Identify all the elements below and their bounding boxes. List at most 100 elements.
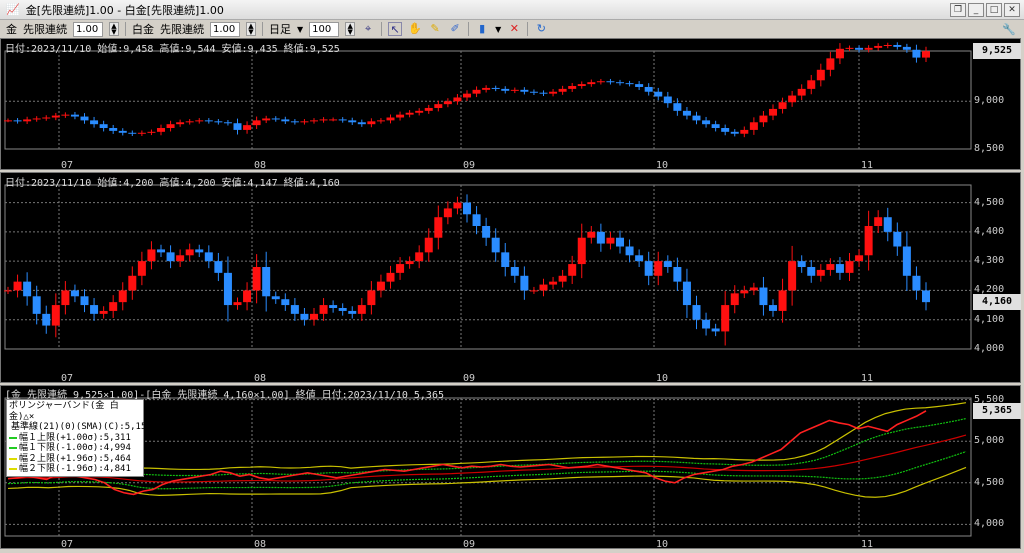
draw-tool-icon[interactable]: ✐: [448, 22, 462, 36]
up-candle: [51, 115, 60, 118]
divider: [527, 22, 529, 36]
up-candle: [434, 104, 443, 108]
legend-band2-lower: 幅２下限(-1.96σ):4,841: [19, 464, 131, 474]
bollinger-legend[interactable]: ボリンジャーバンド(金 白金)△× 基準線(21)(0)(SMA)(C):5,1…: [6, 399, 152, 477]
restore-icon[interactable]: ❐: [950, 3, 966, 17]
down-candle: [893, 44, 902, 47]
up-candle: [816, 269, 825, 276]
up-candle: [510, 89, 519, 91]
down-candle: [769, 305, 777, 311]
chevron-down-icon[interactable]: ▼: [495, 25, 501, 34]
down-candle: [596, 231, 605, 244]
up-candle: [252, 120, 261, 126]
up-candle: [778, 102, 787, 109]
up-candle: [386, 272, 395, 282]
chevron-down-icon[interactable]: ▼: [297, 25, 303, 34]
up-candle: [606, 237, 615, 244]
multiplier1-input[interactable]: 1.00: [73, 21, 103, 37]
up-candle: [874, 45, 883, 48]
divider: [468, 22, 470, 36]
hand-icon[interactable]: ✋: [408, 22, 422, 36]
down-candle: [195, 249, 204, 253]
down-candle: [128, 132, 137, 134]
up-candle: [730, 293, 739, 306]
x-axis-label: 10: [656, 160, 668, 171]
down-candle: [329, 305, 338, 308]
count-spinner[interactable]: ▲ ▼: [345, 22, 356, 36]
band2-upper-line: [7, 402, 967, 471]
x-axis-label: 07: [61, 160, 73, 171]
up-candle: [376, 281, 385, 291]
plot-frame: [4, 50, 972, 150]
up-candle: [252, 267, 261, 291]
ratio-bollinger-panel[interactable]: 07 08 09 10 11 [金 先限連続 9,525×1.00]-[白金 先限連続 …: [0, 385, 1021, 550]
y-axis-label: 4,000: [974, 518, 1005, 530]
up-candle: [788, 261, 797, 291]
up-candle: [788, 95, 797, 103]
up-candle: [128, 275, 137, 291]
up-candle: [405, 112, 414, 115]
down-candle: [711, 124, 720, 129]
up-candle: [23, 119, 32, 122]
maximize-button[interactable]: □: [986, 3, 1002, 17]
up-candle: [137, 261, 146, 276]
crosshair-icon[interactable]: ⌖: [361, 22, 375, 36]
down-candle: [644, 261, 653, 276]
down-candle: [922, 290, 930, 303]
platinum-candle-chart: 07 08 09 10 11: [4, 184, 972, 384]
bar-chart-icon[interactable]: ▮: [475, 22, 489, 36]
down-candle: [635, 84, 644, 87]
symbol2-label[interactable]: 白金: [132, 21, 154, 37]
refresh-icon[interactable]: ↻: [534, 22, 548, 36]
platinum-price-panel[interactable]: 07 08 09 10 11 日付:2023/11/10 始値:4,200 高値:4,2…: [0, 172, 1021, 384]
up-candle: [386, 117, 395, 121]
up-candle: [319, 119, 328, 121]
multiplier2-spinner[interactable]: ▲ ▼: [246, 22, 256, 36]
multiplier1-spinner[interactable]: ▲ ▼: [109, 22, 119, 36]
down-candle: [204, 120, 213, 122]
up-candle: [329, 119, 338, 121]
down-candle: [654, 91, 663, 97]
delete-lines-icon[interactable]: ✕: [507, 22, 521, 36]
pointer-icon[interactable]: ↖: [388, 22, 403, 36]
down-candle: [510, 267, 519, 276]
up-candle: [424, 107, 433, 111]
divider: [262, 22, 263, 36]
up-candle: [109, 302, 118, 311]
contract2-label[interactable]: 先限連続: [160, 21, 204, 37]
gold-ohlc-header: 日付:2023/11/10 始値:9,458 高値:9,544 安値:9,435…: [5, 44, 340, 55]
up-candle: [472, 89, 481, 94]
up-candle: [577, 84, 586, 87]
y-axis-label: 9,000: [974, 95, 1005, 107]
up-candle: [61, 290, 70, 306]
down-candle: [912, 275, 921, 291]
count-input[interactable]: 100: [309, 21, 340, 37]
up-candle: [864, 47, 873, 50]
settings-wrench-icon[interactable]: 🔧: [1002, 23, 1016, 36]
down-candle: [214, 121, 223, 123]
gold-price-panel[interactable]: 07 08 09 10 11 日付:2023/11/10 始値:9,458 高値:9,5…: [0, 38, 1021, 171]
up-candle: [558, 88, 567, 92]
down-candle: [721, 128, 730, 132]
up-candle: [749, 287, 758, 291]
up-candle: [529, 290, 538, 292]
symbol1-label[interactable]: 金: [6, 21, 17, 37]
legend-swatch: [9, 457, 17, 460]
close-button[interactable]: ✕: [1004, 3, 1020, 17]
period-dropdown[interactable]: 日足: [269, 21, 291, 37]
down-candle: [281, 119, 290, 122]
up-candle: [233, 302, 242, 306]
multiplier2-input[interactable]: 1.00: [210, 21, 240, 37]
down-candle: [70, 114, 79, 117]
down-candle: [99, 124, 108, 129]
minimize-button[interactable]: _: [968, 3, 984, 17]
up-candle: [157, 128, 165, 132]
down-candle: [214, 261, 223, 273]
up-candle: [262, 118, 271, 121]
contract1-label[interactable]: 先限連続: [23, 21, 67, 37]
x-axis-label: 11: [861, 373, 873, 384]
down-candle: [42, 313, 51, 326]
up-candle: [13, 281, 22, 291]
pencil-icon[interactable]: ✎: [428, 22, 442, 36]
down-candle: [348, 120, 357, 123]
